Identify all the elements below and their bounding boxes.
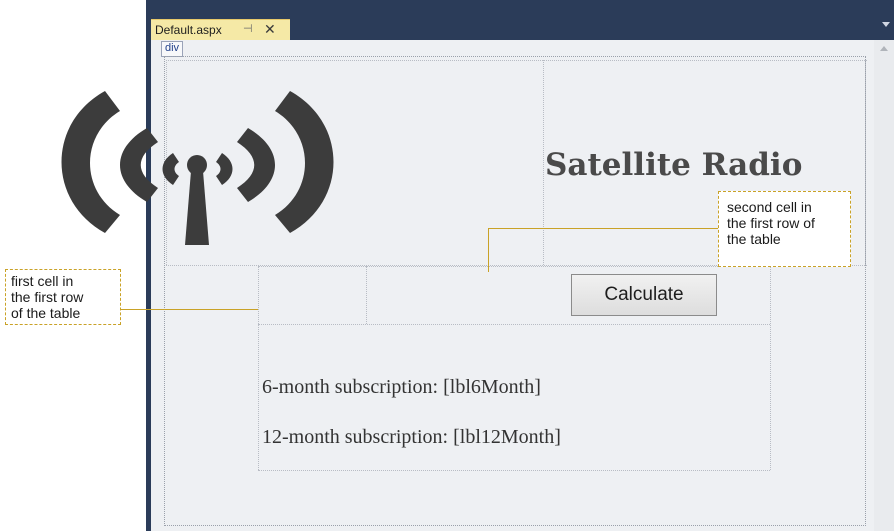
table-border [166, 60, 867, 61]
table-border [258, 266, 259, 470]
callout-second-cell-line-3: the table [727, 231, 781, 247]
scroll-up-icon[interactable] [880, 46, 888, 51]
calculate-button[interactable]: Calculate [571, 274, 717, 316]
callout-second-cell-line-2: the first row of [727, 215, 815, 231]
callout-first-cell-line-1: first cell in [11, 273, 74, 289]
close-icon[interactable]: ✕ [264, 21, 276, 38]
site-title: Satellite Radio [545, 147, 803, 183]
tab-dropdown-icon[interactable] [882, 22, 890, 27]
label-6month-subscription: 6-month subscription: [lbl6Month] [262, 376, 541, 398]
table-border [770, 266, 771, 470]
table-border [865, 60, 866, 265]
label-12month-subscription: 12-month subscription: [lbl12Month] [262, 426, 561, 448]
table-border [366, 266, 367, 324]
tab-title: Default.aspx [155, 23, 222, 37]
callout-first-cell-line-3: of the table [11, 305, 81, 321]
div-tag-label[interactable]: div [161, 41, 184, 57]
tab-strip: Default.aspx ⊣ ✕ [146, 0, 894, 40]
table-border [258, 470, 770, 471]
callout-leader-line [488, 228, 489, 272]
callout-leader-line [488, 228, 718, 229]
tab-default-aspx[interactable]: Default.aspx ⊣ ✕ [151, 19, 290, 40]
table-border [543, 60, 544, 265]
pin-icon[interactable]: ⊣ [243, 22, 253, 35]
table-border [258, 324, 770, 325]
callout-leader-line [121, 309, 258, 310]
callout-first-cell: first cell in the first row of the table [5, 269, 121, 325]
table-border [258, 266, 770, 267]
callout-second-cell: second cell in the first row of the tabl… [718, 191, 851, 267]
satellite-radio-waves-icon [61, 91, 334, 245]
vertical-scrollbar[interactable] [874, 40, 894, 531]
callout-second-cell-line-1: second cell in [727, 199, 812, 215]
callout-first-cell-line-2: the first row [11, 289, 84, 305]
